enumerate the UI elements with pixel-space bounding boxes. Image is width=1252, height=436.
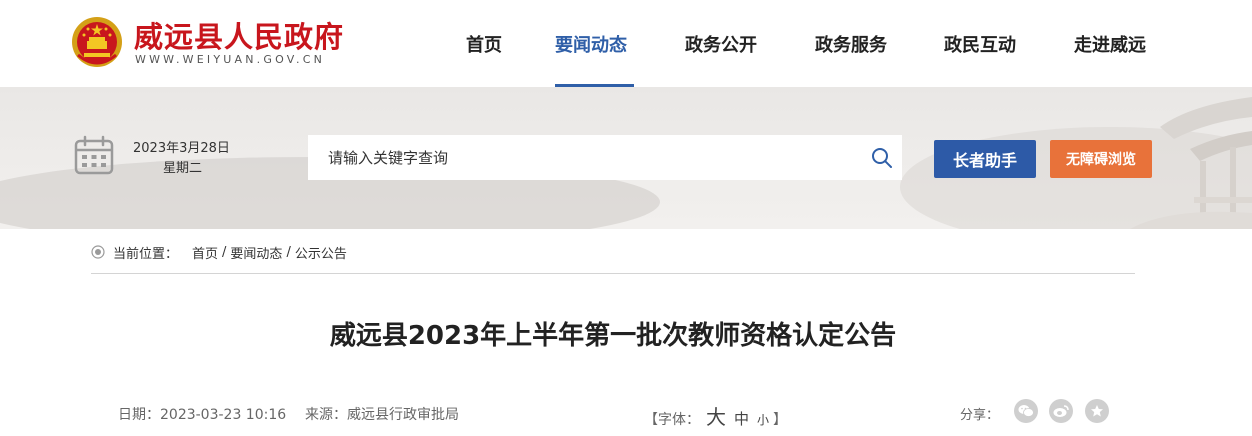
article-date: 日期：2023-03-23 10:16 [118,407,287,423]
font-size-small-button[interactable]: 小 [757,411,769,428]
font-size-label-close: 】 [773,412,788,428]
star-icon [1091,405,1103,417]
breadcrumb-separator: / [222,244,227,260]
current-date: 2023年3月28日 [133,141,230,156]
font-size-large-button[interactable]: 大 [706,401,726,430]
wechat-icon [1018,405,1034,417]
breadcrumb-news[interactable]: 要闻动态 [230,243,282,262]
banner: 2023年3月28日 星期二 长者助手 无障碍浏览 [0,87,1252,229]
nav-item-gov-affairs-open[interactable]: 政务公开 [685,31,757,57]
nav-item-about[interactable]: 走进威远 [1074,31,1146,57]
breadcrumb-separator: / [286,244,291,260]
calendar-icon [74,135,114,175]
font-size-control: 【字体： 大 中 小 】 [644,401,787,430]
breadcrumb: 当前位置： 首页 / 要闻动态 / 公示公告 [91,243,347,262]
elder-assistant-button[interactable]: 长者助手 [934,140,1036,178]
search-icon [872,147,892,168]
font-size-label: 【字体： [644,412,700,428]
breadcrumb-home[interactable]: 首页 [192,243,218,262]
national-emblem-icon[interactable] [70,15,124,69]
breadcrumb-divider [91,273,1135,274]
current-weekday: 星期二 [163,161,203,176]
breadcrumb-notices[interactable]: 公示公告 [295,243,347,262]
search-input[interactable] [308,135,862,180]
article-panel: 当前位置： 首页 / 要闻动态 / 公示公告 威远县2023年上半年第一批次教师… [73,229,1153,436]
search-button[interactable] [862,135,902,180]
wechat-share-button[interactable] [1014,399,1038,423]
breadcrumb-label: 当前位置： [113,246,179,262]
font-size-medium-button[interactable]: 中 [734,408,749,429]
weibo-icon [1053,405,1069,417]
location-dot-icon [91,245,105,259]
weibo-share-button[interactable] [1049,399,1073,423]
article-source: 来源：威远县行政审批局 [305,407,459,423]
site-header: 威远县人民政府 WWW.WEIYUAN.GOV.CN 首页 要闻动态 政务公开 … [0,0,1252,87]
article-title: 威远县2023年上半年第一批次教师资格认定公告 [329,321,897,351]
nav-item-gov-services[interactable]: 政务服务 [815,31,887,57]
favorite-share-button[interactable] [1085,399,1109,423]
site-url: WWW.WEIYUAN.GOV.CN [135,53,326,66]
pavilion-illustration [1130,97,1252,229]
nav-item-home[interactable]: 首页 [466,31,502,57]
nav-item-news[interactable]: 要闻动态 [555,31,627,57]
share-label: 分享： [960,408,1000,423]
nav-item-interaction[interactable]: 政民互动 [944,31,1016,57]
site-title[interactable]: 威远县人民政府 [134,14,344,56]
